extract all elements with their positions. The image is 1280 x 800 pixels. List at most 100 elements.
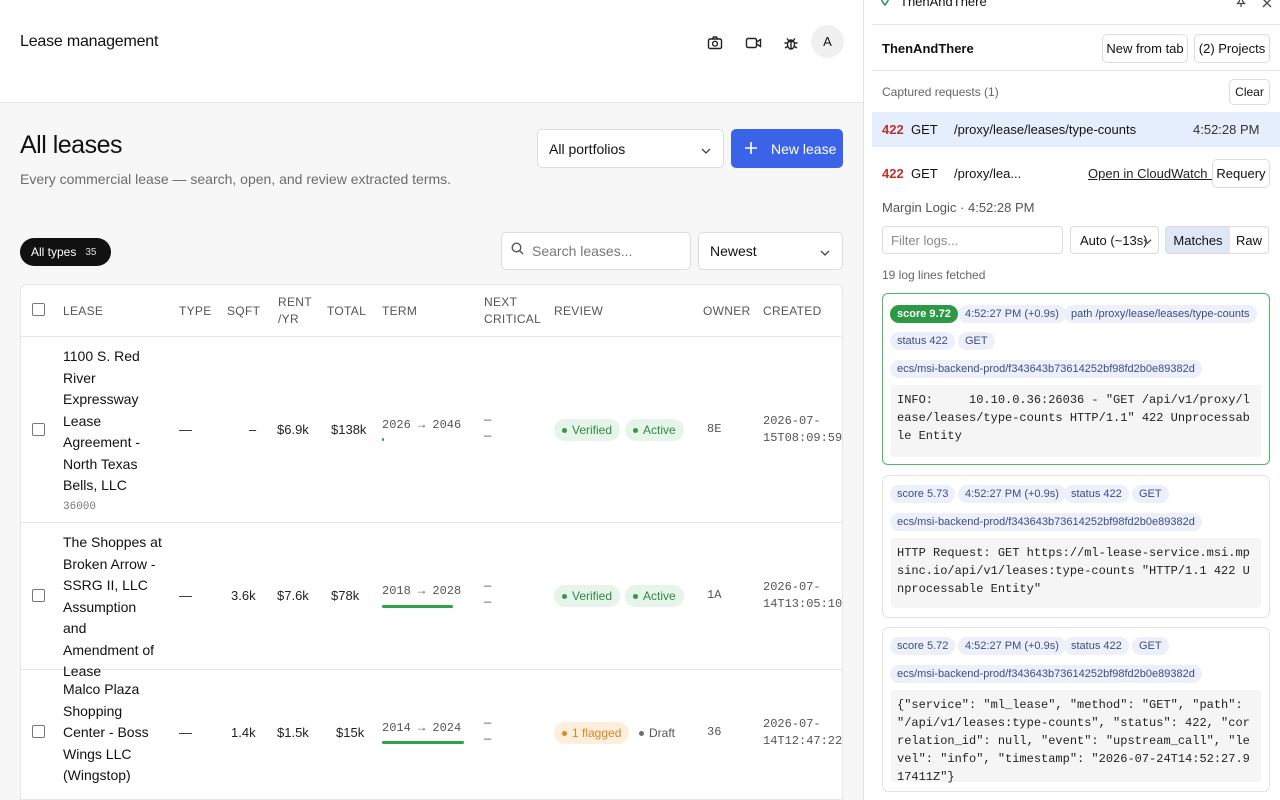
col-sqft[interactable]: Sqft (227, 303, 260, 320)
lease-name[interactable]: The Shoppes at Broken Arrow - SSRG II, L… (63, 532, 163, 683)
status-badge-flagged: 1 flagged (554, 722, 630, 744)
col-created[interactable]: Created (763, 303, 822, 320)
chevron-down-icon (1143, 233, 1152, 248)
stream-tag: ecs/msi-backend-prod/f343643b73614252bf9… (890, 665, 1202, 683)
log-card[interactable]: score 5.73 4:52:27 PM (+0.9s) status 422… (882, 475, 1270, 618)
auto-refresh-select[interactable]: Auto (~13s) (1070, 226, 1159, 254)
col-review[interactable]: Review (554, 303, 603, 320)
created-date: 2026-07- (763, 414, 821, 428)
filter-logs-box[interactable] (882, 226, 1063, 254)
owner-initials: 1A (707, 588, 722, 602)
col-total[interactable]: Total (327, 303, 366, 320)
owner-initials: 8E (707, 422, 722, 436)
lease-term: 2026 → 2046 (382, 418, 462, 432)
matches-toggle[interactable]: Matches (1166, 227, 1230, 253)
request-time: 4:52:28 PM (1193, 122, 1260, 137)
term-progress-bar (382, 741, 464, 744)
lease-name-text: The Shoppes at Broken Arrow - SSRG II, L… (63, 534, 162, 679)
type-filter-label: All types (31, 245, 77, 259)
lease-name[interactable]: 1100 S. Red River Expressway Lease Agree… (63, 346, 163, 515)
row-checkbox[interactable] (32, 725, 45, 738)
auto-refresh-value: Auto (~13s) (1080, 232, 1148, 248)
video-icon[interactable] (744, 34, 762, 52)
raw-toggle[interactable]: Raw (1230, 227, 1268, 253)
lease-name-text: 1100 S. Red River Expressway Lease Agree… (63, 348, 141, 493)
status-badge-verified: Verified (554, 419, 621, 441)
clear-button[interactable]: Clear (1229, 79, 1270, 105)
location-pin-icon (880, 0, 890, 11)
table-row[interactable]: 1100 S. Red River Expressway Lease Agree… (21, 337, 842, 523)
pin-icon[interactable] (1236, 0, 1246, 13)
lease-rent: $1.5k (277, 725, 309, 740)
score-tag: score 5.72 (890, 637, 956, 655)
time-tag: 4:52:27 PM (+0.9s) (958, 305, 1066, 323)
created-date: 2026-07- (763, 580, 821, 594)
captured-request-row[interactable]: 422 GET /proxy/lease/leases/type-counts … (872, 112, 1280, 147)
status-tag: status 422 (890, 332, 955, 350)
lease-rent: $7.6k (277, 588, 309, 603)
log-message: INFO: 10.10.0.36:26036 - "GET /api/v1/pr… (891, 385, 1261, 457)
status-badge-verified: Verified (554, 585, 621, 607)
created-date: 2026-07- (763, 717, 821, 731)
open-in-cloudwatch-link[interactable]: Open in CloudWatch ↗ (1088, 166, 1222, 182)
log-card[interactable]: score 9.72 4:52:27 PM (+0.9s) path /prox… (882, 293, 1270, 465)
row-checkbox[interactable] (32, 423, 45, 436)
type-filter-pill[interactable]: All types 35 (20, 238, 111, 266)
stream-tag: ecs/msi-backend-prod/f343643b73614252bf9… (890, 513, 1202, 531)
sort-select[interactable]: Newest (698, 232, 843, 270)
search-box[interactable] (501, 232, 691, 270)
table-row[interactable]: Malco Plaza Shopping Center - Boss Wings… (21, 670, 842, 800)
time-tag: 4:52:27 PM (+0.9s) (958, 637, 1066, 655)
new-lease-label: New lease (771, 140, 837, 157)
log-group-meta: Margin Logic · 4:52:28 PM (882, 200, 1035, 215)
lease-sqft: 3.6k (231, 588, 256, 603)
then-and-there-panel: ThenAndThere ThenAndThere New from tab (… (872, 0, 1280, 800)
log-message: {"service": "ml_lease", "method": "GET",… (891, 690, 1261, 784)
select-all-checkbox[interactable] (32, 303, 45, 316)
col-term[interactable]: Term (382, 303, 417, 320)
projects-button[interactable]: (2) Projects (1194, 34, 1270, 63)
col-next-critical[interactable]: Next critical (484, 294, 544, 328)
col-owner[interactable]: Owner (703, 303, 751, 320)
page-title: All leases (20, 131, 123, 159)
lease-rent: $6.9k (277, 422, 309, 437)
panel-title: ThenAndThere (882, 41, 974, 56)
method-tag: GET (1132, 485, 1169, 503)
lease-id: 36000 (63, 500, 97, 513)
col-rent[interactable]: Rent /yr (278, 294, 312, 328)
search-input[interactable] (532, 243, 682, 259)
next-critical: — (484, 732, 492, 746)
search-icon (511, 242, 524, 260)
lease-total: $78k (331, 588, 360, 603)
detail-method: GET (911, 166, 938, 181)
bug-icon[interactable] (782, 34, 800, 52)
close-icon[interactable] (1262, 0, 1272, 13)
requery-button[interactable]: Requery (1212, 159, 1270, 188)
created-time: 14T12:47:22 (763, 734, 843, 748)
lease-name[interactable]: Malco Plaza Shopping Center - Boss Wings… (63, 679, 163, 787)
avatar[interactable]: A (811, 25, 844, 58)
method-tag: GET (1132, 637, 1169, 655)
request-method: GET (911, 122, 938, 137)
detail-path: /proxy/lea... (954, 166, 1022, 181)
row-checkbox[interactable] (32, 589, 45, 602)
filter-logs-input[interactable] (891, 232, 1056, 248)
col-lease[interactable]: Lease (63, 303, 103, 320)
term-progress-bar (382, 605, 453, 608)
lease-term: 2014 → 2024 (382, 721, 462, 735)
new-lease-button[interactable]: New lease (731, 129, 843, 168)
table-header: Lease Type Sqft Rent /yr Total Term Next… (21, 285, 842, 337)
col-type[interactable]: Type (179, 303, 212, 320)
new-from-tab-button[interactable]: New from tab (1102, 34, 1188, 63)
page-subtitle: Every commercial lease — search, open, a… (20, 171, 452, 187)
lease-type: — (179, 725, 192, 740)
type-filter-count: 35 (85, 246, 97, 258)
portfolio-select-value: All portfolios (549, 140, 626, 157)
next-critical: — (484, 579, 492, 593)
lease-type: — (179, 588, 192, 603)
table-row[interactable]: The Shoppes at Broken Arrow - SSRG II, L… (21, 523, 842, 679)
lease-total: $15k (336, 725, 365, 740)
camera-icon[interactable] (706, 34, 724, 52)
log-card[interactable]: score 5.72 4:52:27 PM (+0.9s) status 422… (882, 627, 1270, 792)
portfolio-select[interactable]: All portfolios (537, 129, 724, 168)
